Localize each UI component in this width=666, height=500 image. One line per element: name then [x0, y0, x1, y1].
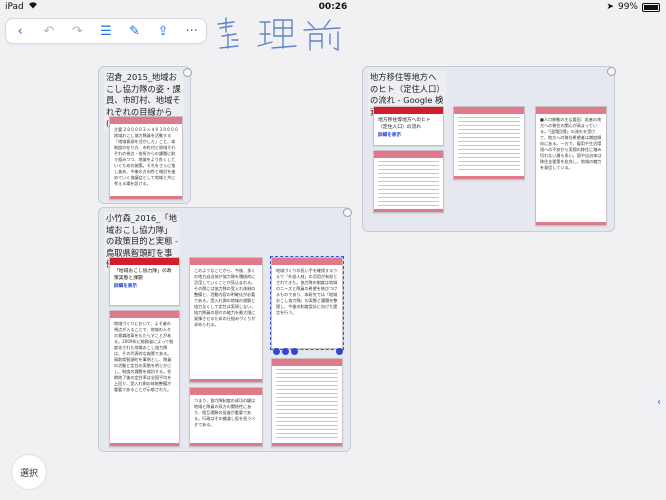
card-header	[190, 388, 262, 395]
card-header	[536, 107, 606, 114]
card-header	[110, 117, 182, 124]
selected-note-card[interactable]: 地域づくりの担い手を確保するうえで「外部人材」の活用が有効とされてきた。協力隊の…	[270, 256, 344, 350]
card-header	[272, 359, 342, 366]
card-footer	[454, 176, 524, 179]
group-numakura[interactable]: 沼倉_2015_地域おこし協力隊の姿・課員、市町村、地域それぞれの目線から(下)…	[98, 66, 192, 204]
group-kotakemori[interactable]: 小竹森_2016_「地域おこし協力隊」の政策目的と実態 - 鳥取県智頭町を事例に…	[98, 207, 352, 452]
card-footer	[272, 443, 342, 446]
side-panel-tab[interactable]: ‹	[652, 387, 666, 417]
card-title: 「地域おこし協力隊」の政策実態と課題	[114, 269, 172, 281]
chevron-left-icon: ‹	[657, 396, 661, 408]
toolbar: ‹ ↶ ↷ ☰ ✎ ⇪ ···	[6, 19, 206, 43]
status-bar: iPad 00:26 ➤ 99%	[0, 0, 666, 14]
card-header	[110, 311, 179, 318]
card-text: つまり、協力隊制度の成功の鍵は地域と隊員の双方の関係性にあり、相互理解の促進が重…	[194, 398, 256, 427]
card-header	[374, 107, 443, 114]
location-icon: ➤	[606, 2, 614, 12]
document-card[interactable]	[271, 358, 343, 447]
selection-handle-icon[interactable]	[282, 348, 289, 355]
status-time: 00:26	[318, 2, 348, 12]
card-footer	[110, 443, 179, 446]
group-google-search[interactable]: 地方移住等地方へのヒト（定住人口）の流れ - Google 検索 地方移住等地方…	[362, 66, 616, 232]
card-title: 地方移住等地方へのヒト（定住人口）の流れ	[378, 118, 431, 130]
card-header	[190, 258, 262, 265]
status-right: ➤ 99%	[606, 0, 660, 14]
back-icon[interactable]: ‹	[10, 21, 30, 41]
group-close-icon[interactable]	[607, 67, 616, 76]
resize-handle-icon[interactable]	[336, 348, 343, 355]
link-card[interactable]: 「地域おこし協力隊」の政策実態と課題 詳細を表示	[109, 257, 180, 306]
select-button[interactable]: 選択	[12, 455, 46, 489]
document-thumbnail	[276, 369, 338, 440]
list-icon[interactable]: ☰	[96, 21, 116, 41]
document-thumbnail	[378, 161, 439, 206]
note-card[interactable]: 主要 2 0 0 0 0 3 × 4 0 3 0 0 0 0 地域おこし協力隊員…	[109, 116, 183, 200]
group-close-icon[interactable]	[343, 208, 352, 217]
note-card[interactable]: このようなことから、今後、多くの地方自治体が協力隊を積極的に活用していくことが見…	[189, 257, 263, 383]
card-link[interactable]: 詳細を表示	[110, 282, 179, 290]
card-footer	[190, 379, 262, 382]
document-card[interactable]	[453, 106, 525, 180]
card-text: 地域づくりにおいて、よそ者の視点が入ることで、地域の人々の意識改革をもたらすこと…	[114, 321, 174, 392]
card-text: ■人口移動の主な要因：若者の地方への移住の関心が高まっている。「田園回帰」の流れ…	[540, 117, 602, 170]
undo-icon[interactable]: ↶	[39, 21, 59, 41]
card-link[interactable]: 詳細を表示	[374, 131, 443, 139]
share-icon[interactable]: ⇪	[153, 21, 173, 41]
note-card[interactable]: ■人口移動の主な要因：若者の地方への移住の関心が高まっている。「田園回帰」の流れ…	[535, 106, 607, 226]
selection-handle-icon[interactable]	[291, 348, 298, 355]
card-footer	[110, 196, 182, 199]
group-close-icon[interactable]	[183, 68, 192, 77]
card-header	[272, 258, 342, 265]
document-card[interactable]	[373, 150, 444, 213]
document-thumbnail	[458, 117, 520, 173]
card-text: このようなことから、今後、多くの地方自治体が協力隊を積極的に活用していくことが見…	[194, 268, 256, 327]
card-text: 地域づくりの担い手を確保するうえで「外部人材」の活用が有効とされてきた。協力隊の…	[276, 268, 338, 315]
redo-icon[interactable]: ↷	[67, 21, 87, 41]
card-header	[110, 258, 179, 265]
card-header	[454, 107, 524, 114]
selection-handle-icon[interactable]	[273, 348, 280, 355]
battery-icon	[642, 2, 660, 12]
card-footer	[536, 222, 606, 225]
card-footer	[374, 209, 443, 212]
more-icon[interactable]: ···	[182, 21, 202, 41]
card-header	[374, 151, 443, 158]
link-card[interactable]: 地方移住等地方へのヒト（定住人口）の流れ 詳細を表示	[373, 106, 444, 146]
edit-icon[interactable]: ✎	[125, 21, 145, 41]
card-text: 主要 2 0 0 0 0 3 × 4 0 3 0 0 0 0 地域おこし協力隊員…	[114, 127, 180, 186]
battery-percent: 99%	[617, 2, 638, 12]
note-card[interactable]: 地域づくりにおいて、よそ者の視点が入ることで、地域の人々の意識改革をもたらすこと…	[109, 310, 180, 447]
handwriting-annotation	[212, 14, 352, 54]
note-card[interactable]: つまり、協力隊制度の成功の鍵は地域と隊員の双方の関係性にあり、相互理解の促進が重…	[189, 387, 263, 447]
selection-handles[interactable]	[273, 348, 298, 355]
resize-handle[interactable]	[336, 348, 343, 355]
card-footer	[190, 443, 262, 446]
